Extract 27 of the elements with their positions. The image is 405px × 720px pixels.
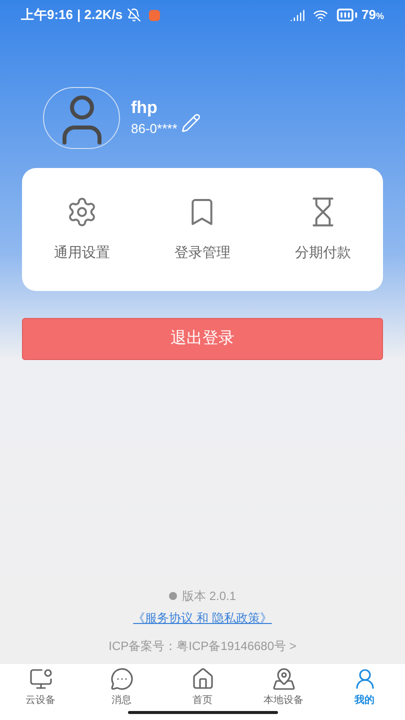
- avatar[interactable]: [43, 87, 120, 149]
- user-name: fhp: [131, 97, 158, 119]
- battery-level: 79%: [362, 6, 384, 24]
- chat-bubble-icon: [110, 667, 134, 691]
- shortcut-button[interactable]: 登录管理: [142, 196, 263, 263]
- nav-tab[interactable]: 首页: [162, 667, 243, 708]
- version-text: 版本 2.0.1: [182, 588, 236, 605]
- agreement-link[interactable]: 《服务协议 和 隐私政策》: [133, 609, 272, 627]
- map-pin-icon: [272, 667, 296, 691]
- logout-button[interactable]: 退出登录: [22, 318, 383, 360]
- network-speed: | 2.2K/s: [77, 6, 123, 24]
- nav-tab[interactable]: 我的: [324, 667, 405, 708]
- shortcut-button[interactable]: 通用设置: [22, 196, 142, 263]
- wifi-icon: [312, 8, 328, 22]
- shortcut-button[interactable]: 分期付款: [262, 196, 383, 263]
- nav-tab[interactable]: 云设备: [0, 667, 81, 708]
- house-icon: [190, 667, 214, 691]
- monitor-icon: [28, 667, 52, 691]
- phone-number: 86-0****: [131, 120, 178, 138]
- signal-icon: [290, 8, 305, 22]
- nav-tab[interactable]: 消息: [81, 667, 162, 708]
- edit-button[interactable]: [181, 113, 202, 133]
- pencil-icon: [181, 113, 202, 133]
- status-time: 上午9:16: [21, 6, 74, 24]
- app-notification-icon: [148, 10, 160, 20]
- nav-tab[interactable]: 本地设备: [243, 667, 324, 708]
- bell-off-icon: [126, 8, 141, 22]
